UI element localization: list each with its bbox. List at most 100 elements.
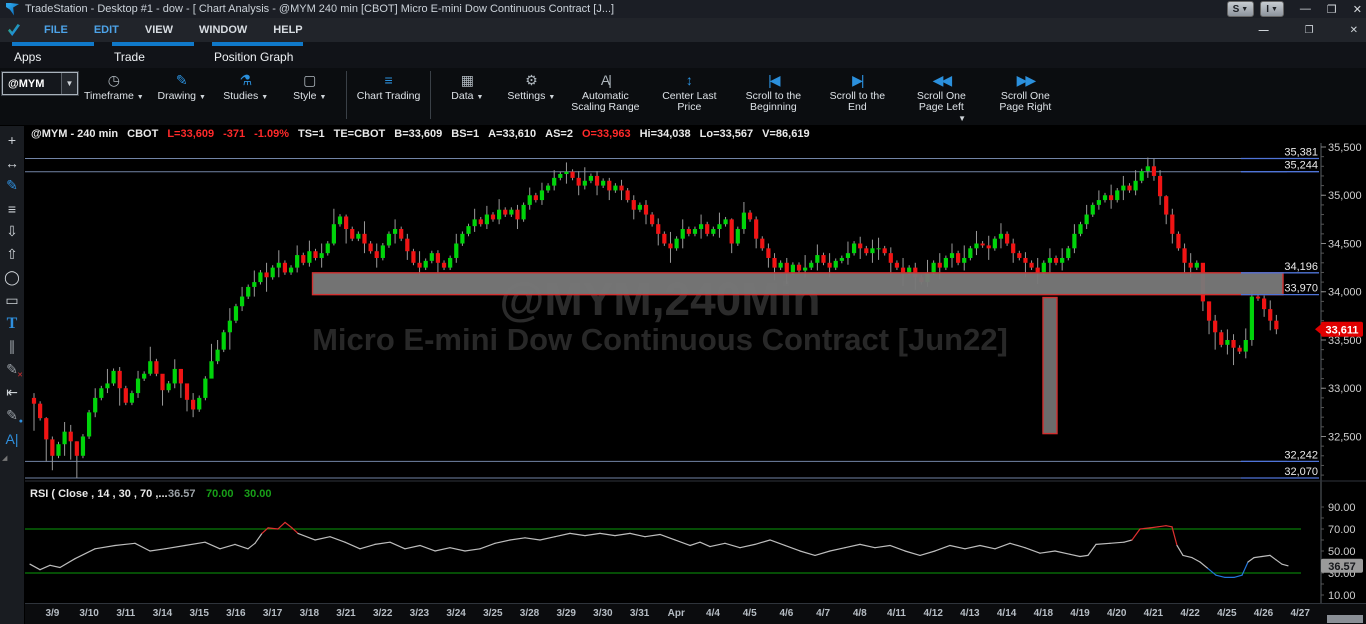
candle-body bbox=[81, 436, 85, 455]
horizontal-lines-icon[interactable]: ≡ bbox=[1, 197, 23, 220]
candle-body bbox=[1274, 321, 1278, 330]
child-minimize-button[interactable]: — bbox=[1259, 25, 1269, 36]
candle-body bbox=[320, 253, 324, 258]
candle-body bbox=[252, 282, 256, 287]
menu-window[interactable]: WINDOW bbox=[199, 24, 247, 36]
scroll-to-the-end-button[interactable]: ▶|Scroll to the End bbox=[815, 68, 899, 119]
ellipse-tool-icon[interactable]: ◯ bbox=[1, 266, 23, 289]
candle-body bbox=[944, 258, 948, 268]
candle-body bbox=[619, 186, 623, 191]
candle-body bbox=[369, 243, 373, 251]
candle-body bbox=[1097, 200, 1101, 205]
studies-button[interactable]: ⚗Studies▼ bbox=[214, 68, 278, 119]
menu-view[interactable]: VIEW bbox=[145, 24, 173, 36]
delete-drawing-icon[interactable]: ✎✕ bbox=[1, 358, 23, 381]
candle-body bbox=[981, 243, 985, 245]
candle-body bbox=[32, 398, 36, 404]
date-label: 4/26 bbox=[1254, 608, 1273, 619]
trendline-pencil-icon[interactable]: ✎ bbox=[1, 174, 23, 197]
close-button[interactable]: ✕ bbox=[1353, 3, 1362, 16]
price-chart[interactable]: @MYM,240MinMicro E-mini Dow Continuous C… bbox=[25, 143, 1366, 603]
tab-position-graph[interactable]: Position Graph bbox=[212, 42, 303, 68]
inspect-drawing-icon[interactable]: ✎● bbox=[1, 404, 23, 427]
center-last-price-button[interactable]: ↕Center Last Price bbox=[647, 68, 731, 119]
timeframe-button[interactable]: ◷Timeframe▼ bbox=[78, 68, 150, 119]
candle-body bbox=[558, 174, 562, 178]
candle-body bbox=[460, 234, 464, 244]
time-axis[interactable]: 3/93/103/113/143/153/163/173/183/213/223… bbox=[25, 603, 1366, 624]
candle-body bbox=[803, 268, 807, 271]
text-tool-icon[interactable]: T bbox=[1, 312, 23, 335]
minimize-button[interactable]: — bbox=[1300, 3, 1311, 15]
rectangle-tool-icon[interactable]: ▭ bbox=[1, 289, 23, 312]
rsi-axis-label: 10.00 bbox=[1328, 590, 1356, 602]
supply-zone-rectangle[interactable] bbox=[313, 273, 1283, 295]
candle-body bbox=[993, 239, 997, 249]
automatic-scaling-range-button[interactable]: A|Automatic Scaling Range bbox=[563, 68, 647, 119]
snap-left-icon[interactable]: ⇤ bbox=[1, 381, 23, 404]
toolbar-overflow-icon[interactable]: ▼ bbox=[958, 114, 966, 123]
candle-body bbox=[118, 371, 122, 388]
chart-trading-button[interactable]: ≡Chart Trading bbox=[351, 68, 427, 119]
symbol-value: @MYM bbox=[3, 78, 61, 90]
child-restore-button[interactable]: ❐ bbox=[1305, 25, 1314, 36]
candle-body bbox=[491, 215, 495, 220]
candle-body bbox=[497, 210, 501, 220]
auto-label-icon[interactable]: A| bbox=[1, 427, 23, 450]
scroll-one-page-right-button[interactable]: ▶▶Scroll One Page Right bbox=[983, 68, 1067, 119]
rsi-upper-threshold-label: 70.00 bbox=[206, 488, 234, 500]
symbol-dropdown-icon[interactable]: ▼ bbox=[61, 73, 77, 94]
style-icon: ▢ bbox=[303, 71, 316, 89]
menu-file[interactable]: FILE bbox=[44, 24, 68, 36]
candle-body bbox=[870, 248, 874, 253]
candle-body bbox=[191, 400, 195, 410]
scroll-one-page-left-button[interactable]: ◀◀Scroll One Page Left bbox=[899, 68, 983, 119]
rsi-axis-label: 70.00 bbox=[1328, 524, 1356, 536]
candle-body bbox=[681, 229, 685, 239]
quote-field: BS=1 bbox=[451, 128, 479, 140]
toolbar-button-label: Timeframe▼ bbox=[84, 91, 144, 103]
child-close-button[interactable]: ✕ bbox=[1350, 25, 1358, 36]
scroll-to-the-beginning-button[interactable]: |◀Scroll to the Beginning bbox=[731, 68, 815, 119]
indicator-dropdown-button[interactable]: I▼ bbox=[1260, 1, 1284, 17]
quote-field: B=33,609 bbox=[394, 128, 442, 140]
price-level-label: 34,196 bbox=[1284, 261, 1318, 273]
candle-body bbox=[69, 432, 73, 442]
strategy-dropdown-button[interactable]: S▼ bbox=[1227, 1, 1255, 17]
quote-status-bar: @MYM - 240 minCBOTL=33,609-371-1.09%TS=1… bbox=[25, 126, 1366, 143]
crosshair-icon[interactable]: + bbox=[1, 128, 23, 151]
restore-button[interactable]: ❐ bbox=[1327, 3, 1337, 16]
symbol-input[interactable]: @MYM ▼ bbox=[2, 72, 78, 95]
arrow-up-icon[interactable]: ⇧ bbox=[1, 243, 23, 266]
quote-field: TS=1 bbox=[298, 128, 325, 140]
tab-trade[interactable]: Trade bbox=[112, 42, 194, 68]
strip-expand-icon[interactable]: ◢ bbox=[0, 454, 7, 462]
demand-zone-rectangle[interactable] bbox=[1043, 298, 1057, 434]
candle-body bbox=[1054, 258, 1058, 263]
data-button[interactable]: ▦Data▼ bbox=[435, 68, 499, 119]
candle-body bbox=[124, 388, 128, 402]
candle-body bbox=[1036, 268, 1040, 273]
candle-body bbox=[258, 272, 262, 282]
quote-field: CBOT bbox=[127, 128, 158, 140]
style-button[interactable]: ▢Style▼ bbox=[278, 68, 342, 119]
candle-body bbox=[766, 248, 770, 258]
drawing-button[interactable]: ✎Drawing▼ bbox=[150, 68, 214, 119]
inspect-drawing-icon-badge: ● bbox=[19, 418, 23, 425]
candle-body bbox=[577, 178, 581, 186]
menu-help[interactable]: HELP bbox=[273, 24, 302, 36]
candle-body bbox=[203, 379, 207, 398]
data-bars-icon: ▦ bbox=[461, 71, 474, 89]
arrow-down-icon[interactable]: ⇩ bbox=[1, 220, 23, 243]
candle-body bbox=[63, 432, 67, 445]
settings-button[interactable]: ⚙Settings▼ bbox=[499, 68, 563, 119]
date-label: 3/29 bbox=[556, 608, 575, 619]
horizontal-extend-icon[interactable]: ↔ bbox=[1, 151, 23, 174]
candle-body bbox=[209, 361, 213, 378]
quote-field: L=33,609 bbox=[167, 128, 214, 140]
candle-body bbox=[852, 243, 856, 253]
tab-apps[interactable]: Apps bbox=[12, 42, 94, 68]
date-label: 3/14 bbox=[153, 608, 172, 619]
parallel-lines-icon[interactable]: ∥ bbox=[1, 335, 23, 358]
menu-edit[interactable]: EDIT bbox=[94, 24, 119, 36]
